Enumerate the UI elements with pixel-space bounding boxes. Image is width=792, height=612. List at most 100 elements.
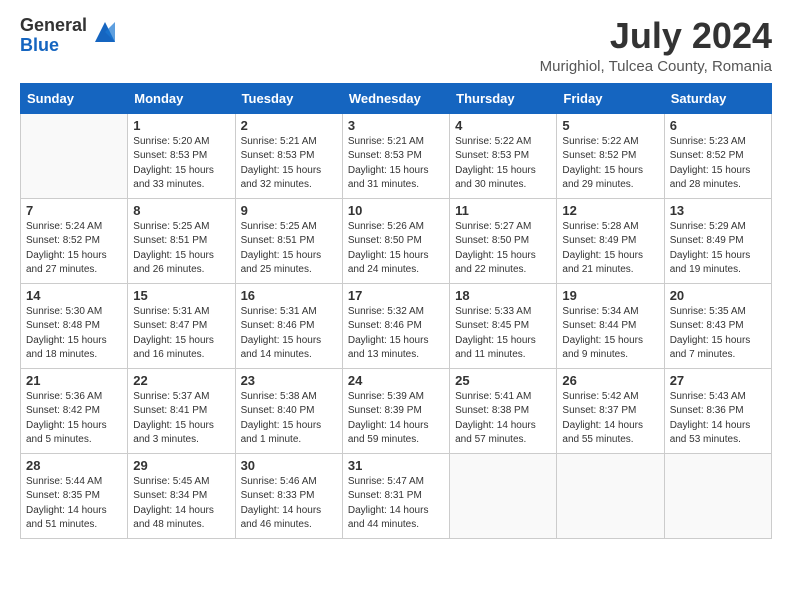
- month-title: July 2024: [540, 16, 772, 56]
- table-row: 26 Sunrise: 5:42 AM Sunset: 8:37 PM Dayli…: [557, 368, 664, 453]
- table-row: [450, 453, 557, 538]
- header-thursday: Thursday: [450, 83, 557, 113]
- day-number: 23: [241, 373, 337, 388]
- day-number: 1: [133, 118, 229, 133]
- header-sunday: Sunday: [21, 83, 128, 113]
- day-info: Sunrise: 5:31 AM Sunset: 8:47 PM Dayligh…: [133, 305, 229, 363]
- day-number: 27: [670, 373, 766, 388]
- day-number: 6: [670, 118, 766, 133]
- logo-text: General Blue: [20, 16, 87, 56]
- day-number: 20: [670, 288, 766, 303]
- table-row: 4 Sunrise: 5:22 AM Sunset: 8:53 PM Daylig…: [450, 113, 557, 198]
- day-info: Sunrise: 5:34 AM Sunset: 8:44 PM Dayligh…: [562, 305, 658, 363]
- day-number: 17: [348, 288, 444, 303]
- table-row: 28 Sunrise: 5:44 AM Sunset: 8:35 PM Dayli…: [21, 453, 128, 538]
- day-info: Sunrise: 5:43 AM Sunset: 8:36 PM Dayligh…: [670, 390, 766, 448]
- table-row: 21Sunrise: 5:36 AM Sunset: 8:42 PM Dayli…: [21, 368, 128, 453]
- day-info: Sunrise: 5:46 AM Sunset: 8:33 PM Dayligh…: [241, 475, 337, 533]
- page: General Blue July 2024 Murighiol, Tulcea…: [0, 0, 792, 559]
- table-row: 13Sunrise: 5:29 AM Sunset: 8:49 PM Dayli…: [664, 198, 771, 283]
- day-info: Sunrise: 5:31 AM Sunset: 8:46 PM Dayligh…: [241, 305, 337, 363]
- day-number: 4: [455, 118, 551, 133]
- header-friday: Friday: [557, 83, 664, 113]
- table-row: 23 Sunrise: 5:38 AM Sunset: 8:40 PM Dayli…: [235, 368, 342, 453]
- day-info: Sunrise: 5:38 AM Sunset: 8:40 PM Dayligh…: [241, 390, 337, 448]
- title-section: July 2024 Murighiol, Tulcea County, Roma…: [540, 16, 772, 75]
- day-info: Sunrise: 5:47 AM Sunset: 8:31 PM Dayligh…: [348, 475, 444, 533]
- table-row: 24 Sunrise: 5:39 AM Sunset: 8:39 PM Dayli…: [342, 368, 449, 453]
- calendar-week-4: 21Sunrise: 5:36 AM Sunset: 8:42 PM Dayli…: [21, 368, 772, 453]
- day-number: 7: [26, 203, 122, 218]
- table-row: 22 Sunrise: 5:37 AM Sunset: 8:41 PM Dayli…: [128, 368, 235, 453]
- day-number: 29: [133, 458, 229, 473]
- day-info: Sunrise: 5:28 AM Sunset: 8:49 PM Dayligh…: [562, 220, 658, 278]
- table-row: 2Sunrise: 5:21 AM Sunset: 8:53 PM Daylig…: [235, 113, 342, 198]
- table-row: 16 Sunrise: 5:31 AM Sunset: 8:46 PM Dayli…: [235, 283, 342, 368]
- table-row: 27 Sunrise: 5:43 AM Sunset: 8:36 PM Dayli…: [664, 368, 771, 453]
- day-info: Sunrise: 5:22 AM Sunset: 8:52 PM Dayligh…: [562, 135, 658, 193]
- day-info: Sunrise: 5:45 AM Sunset: 8:34 PM Dayligh…: [133, 475, 229, 533]
- day-number: 24: [348, 373, 444, 388]
- table-row: 29 Sunrise: 5:45 AM Sunset: 8:34 PM Dayli…: [128, 453, 235, 538]
- day-number: 11: [455, 203, 551, 218]
- day-number: 13: [670, 203, 766, 218]
- day-number: 26: [562, 373, 658, 388]
- day-info: Sunrise: 5:22 AM Sunset: 8:53 PM Dayligh…: [455, 135, 551, 193]
- day-number: 30: [241, 458, 337, 473]
- day-number: 21: [26, 373, 122, 388]
- table-row: 18 Sunrise: 5:33 AM Sunset: 8:45 PM Dayli…: [450, 283, 557, 368]
- table-row: [21, 113, 128, 198]
- logo: General Blue: [20, 16, 119, 56]
- calendar-week-1: 1 Sunrise: 5:20 AM Sunset: 8:53 PM Daylig…: [21, 113, 772, 198]
- table-row: [664, 453, 771, 538]
- table-row: 9Sunrise: 5:25 AM Sunset: 8:51 PM Daylig…: [235, 198, 342, 283]
- header-tuesday: Tuesday: [235, 83, 342, 113]
- day-info: Sunrise: 5:37 AM Sunset: 8:41 PM Dayligh…: [133, 390, 229, 448]
- header-saturday: Saturday: [664, 83, 771, 113]
- table-row: 11 Sunrise: 5:27 AM Sunset: 8:50 PM Dayli…: [450, 198, 557, 283]
- day-number: 18: [455, 288, 551, 303]
- day-number: 22: [133, 373, 229, 388]
- day-info: Sunrise: 5:20 AM Sunset: 8:53 PM Dayligh…: [133, 135, 229, 193]
- calendar-week-5: 28 Sunrise: 5:44 AM Sunset: 8:35 PM Dayli…: [21, 453, 772, 538]
- day-info: Sunrise: 5:33 AM Sunset: 8:45 PM Dayligh…: [455, 305, 551, 363]
- day-number: 3: [348, 118, 444, 133]
- calendar-week-2: 7 Sunrise: 5:24 AM Sunset: 8:52 PM Daylig…: [21, 198, 772, 283]
- logo-blue: Blue: [20, 36, 87, 56]
- day-number: 16: [241, 288, 337, 303]
- table-row: 10Sunrise: 5:26 AM Sunset: 8:50 PM Dayli…: [342, 198, 449, 283]
- day-number: 15: [133, 288, 229, 303]
- table-row: 19 Sunrise: 5:34 AM Sunset: 8:44 PM Dayli…: [557, 283, 664, 368]
- table-row: 3 Sunrise: 5:21 AM Sunset: 8:53 PM Daylig…: [342, 113, 449, 198]
- table-row: 1 Sunrise: 5:20 AM Sunset: 8:53 PM Daylig…: [128, 113, 235, 198]
- day-info: Sunrise: 5:44 AM Sunset: 8:35 PM Dayligh…: [26, 475, 122, 533]
- day-info: Sunrise: 5:24 AM Sunset: 8:52 PM Dayligh…: [26, 220, 122, 278]
- table-row: 17Sunrise: 5:32 AM Sunset: 8:46 PM Dayli…: [342, 283, 449, 368]
- calendar-week-3: 14Sunrise: 5:30 AM Sunset: 8:48 PM Dayli…: [21, 283, 772, 368]
- table-row: 30 Sunrise: 5:46 AM Sunset: 8:33 PM Dayli…: [235, 453, 342, 538]
- logo-icon: [91, 18, 119, 46]
- day-info: Sunrise: 5:39 AM Sunset: 8:39 PM Dayligh…: [348, 390, 444, 448]
- day-info: Sunrise: 5:41 AM Sunset: 8:38 PM Dayligh…: [455, 390, 551, 448]
- calendar-header-row: Sunday Monday Tuesday Wednesday Thursday…: [21, 83, 772, 113]
- day-info: Sunrise: 5:25 AM Sunset: 8:51 PM Dayligh…: [241, 220, 337, 278]
- day-number: 25: [455, 373, 551, 388]
- table-row: [557, 453, 664, 538]
- day-number: 19: [562, 288, 658, 303]
- header: General Blue July 2024 Murighiol, Tulcea…: [20, 16, 772, 75]
- day-number: 5: [562, 118, 658, 133]
- logo-general: General: [20, 16, 87, 36]
- day-number: 12: [562, 203, 658, 218]
- day-info: Sunrise: 5:21 AM Sunset: 8:53 PM Dayligh…: [348, 135, 444, 193]
- day-info: Sunrise: 5:27 AM Sunset: 8:50 PM Dayligh…: [455, 220, 551, 278]
- header-monday: Monday: [128, 83, 235, 113]
- day-number: 28: [26, 458, 122, 473]
- day-number: 10: [348, 203, 444, 218]
- day-info: Sunrise: 5:25 AM Sunset: 8:51 PM Dayligh…: [133, 220, 229, 278]
- table-row: 14Sunrise: 5:30 AM Sunset: 8:48 PM Dayli…: [21, 283, 128, 368]
- header-wednesday: Wednesday: [342, 83, 449, 113]
- day-info: Sunrise: 5:42 AM Sunset: 8:37 PM Dayligh…: [562, 390, 658, 448]
- table-row: 8Sunrise: 5:25 AM Sunset: 8:51 PM Daylig…: [128, 198, 235, 283]
- day-number: 31: [348, 458, 444, 473]
- table-row: 12 Sunrise: 5:28 AM Sunset: 8:49 PM Dayli…: [557, 198, 664, 283]
